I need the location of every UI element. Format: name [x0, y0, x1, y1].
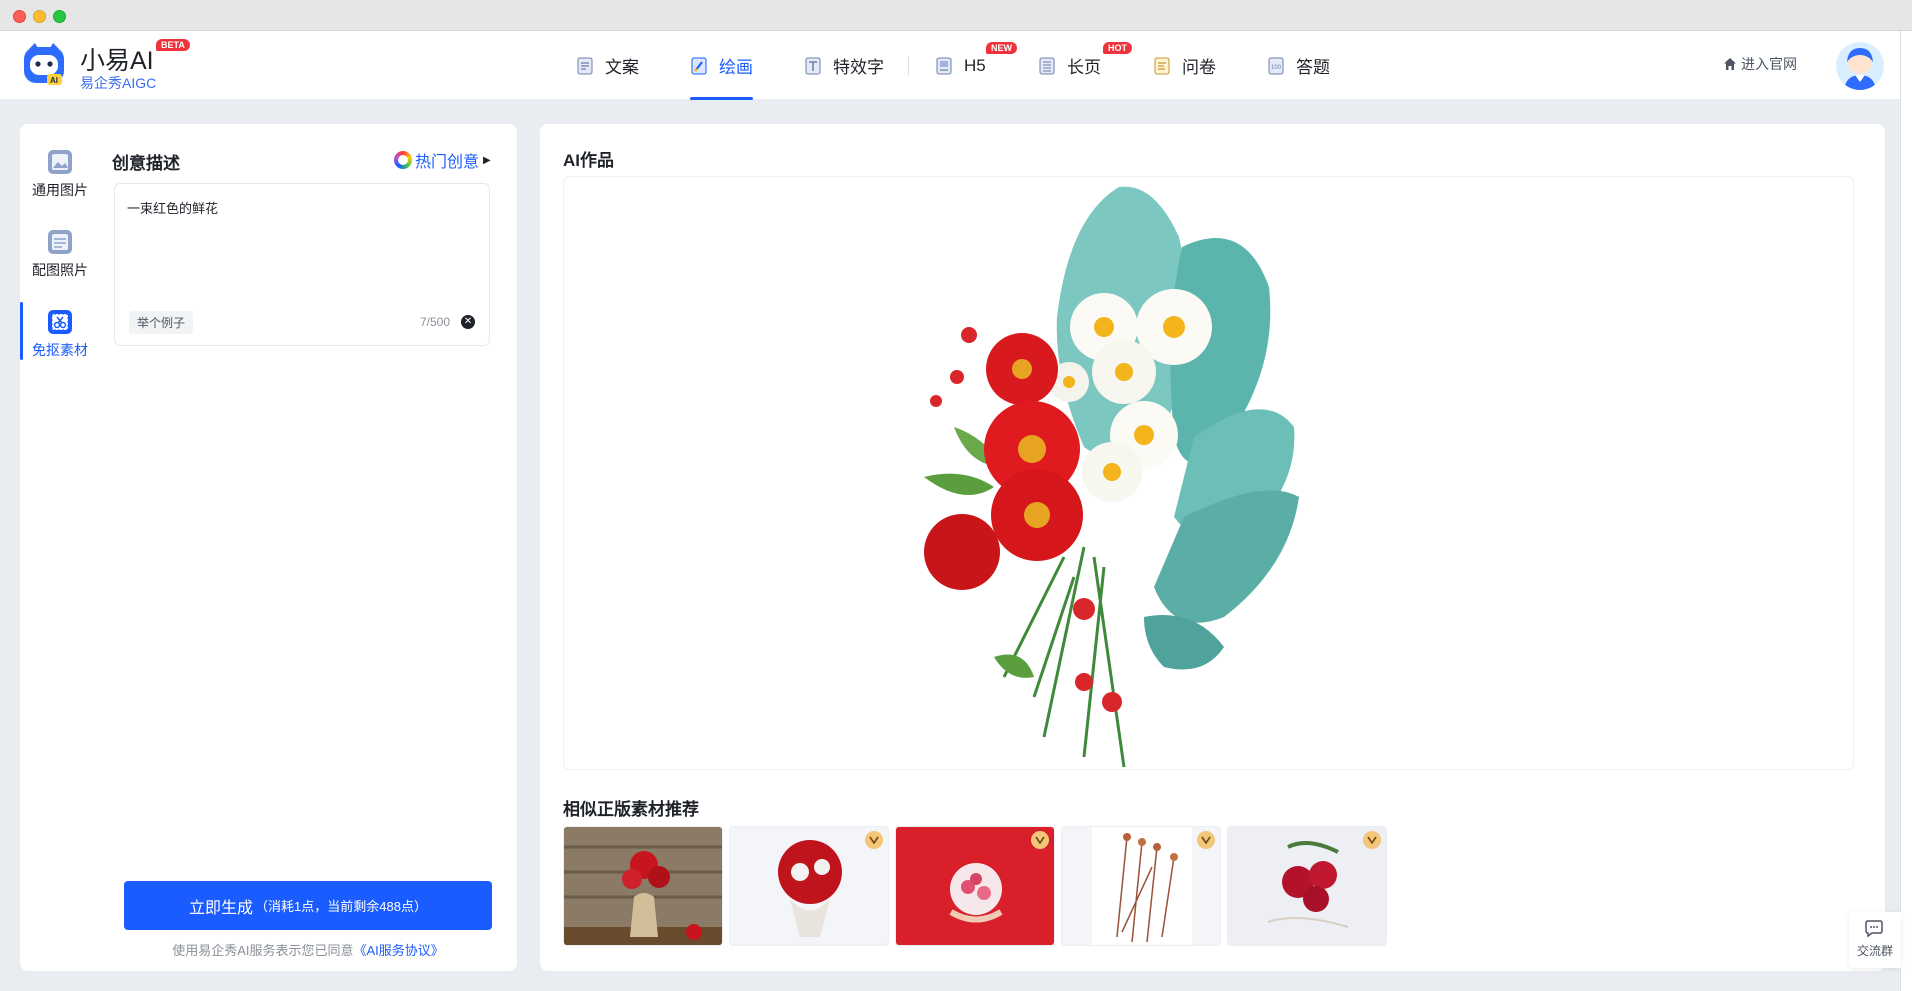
- generate-cost: （消耗1点，当前剩余488点）: [255, 899, 427, 914]
- nav-label: 长页: [1067, 58, 1101, 77]
- thumbnail-image: [1062, 827, 1220, 945]
- generate-button[interactable]: 立即生成 （消耗1点，当前剩余488点）: [124, 881, 492, 930]
- nav-tab-long-page[interactable]: 长页: [1038, 31, 1101, 100]
- thumbnail-image: [1228, 827, 1386, 945]
- close-window-button[interactable]: [13, 10, 26, 23]
- sidebar-item-illustration-photo[interactable]: 配图照片: [20, 228, 100, 290]
- minimize-window-button[interactable]: [33, 10, 46, 23]
- brand-name: 小易AI: [80, 47, 154, 75]
- hot-ideas-label: 热门创意: [415, 154, 480, 171]
- official-site-label: 进入官网: [1741, 56, 1797, 72]
- svg-text:AI: AI: [50, 76, 58, 85]
- premium-icon: [1197, 831, 1215, 849]
- sidebar-item-label: 配图照片: [32, 262, 88, 278]
- agreement-text: 使用易企秀AI服务表示您已同意: [172, 943, 354, 958]
- beta-badge: BETA: [156, 39, 190, 51]
- mascot-logo-icon[interactable]: AI: [21, 41, 67, 87]
- prompt-input[interactable]: 一束红色的鲜花: [127, 198, 477, 298]
- official-site-link[interactable]: 进入官网: [1723, 54, 1797, 74]
- community-chat-button[interactable]: 交流群: [1849, 912, 1901, 968]
- nav-tab-survey[interactable]: 问卷: [1153, 31, 1216, 100]
- image-icon: [48, 150, 72, 174]
- agreement-link[interactable]: 《AI服务协议》: [354, 943, 444, 958]
- nav-label: H5: [964, 55, 986, 75]
- color-wheel-icon: [394, 151, 412, 169]
- nav-tab-text-effects[interactable]: 特效字: [804, 31, 884, 100]
- nav-label: 答题: [1296, 58, 1330, 77]
- home-icon: [1724, 58, 1736, 70]
- left-panel: 通用图片 配图照片 免抠素材 创意描述 热门创意 ▶ 一束红色的鲜花 举个例子 …: [20, 124, 517, 971]
- thumbnail-image: [896, 827, 1054, 945]
- thumbnail-red-flowers-vase[interactable]: [563, 826, 723, 946]
- nav-label: 特效字: [833, 58, 884, 77]
- h5-icon: [936, 57, 952, 74]
- thumbnail-image: [730, 827, 888, 945]
- char-counter: 7/500: [420, 315, 451, 329]
- doc-icon: [577, 57, 593, 74]
- sidebar-item-cutout-material[interactable]: 免抠素材: [20, 302, 100, 370]
- new-badge: NEW: [986, 42, 1017, 54]
- nav-label: 文案: [605, 58, 639, 77]
- similar-materials-title: 相似正版素材推荐: [563, 800, 699, 819]
- premium-icon: [1363, 831, 1381, 849]
- user-avatar-icon: [1844, 48, 1876, 90]
- premium-icon: [1031, 831, 1049, 849]
- survey-icon: [1154, 57, 1170, 74]
- clear-input-button[interactable]: ✕: [461, 315, 475, 329]
- long-page-icon: [1039, 57, 1055, 74]
- sidebar-item-general-image[interactable]: 通用图片: [20, 148, 100, 210]
- example-button[interactable]: 举个例子: [129, 311, 194, 334]
- caret-right-icon: ▶: [483, 154, 491, 166]
- nav-tab-copywriting[interactable]: 文案: [576, 31, 639, 100]
- nav-divider: [908, 56, 909, 76]
- top-header: AI 小易AI BETA 易企秀AIGC 文案 绘画 特效字 H5 NEW 长页…: [0, 31, 1900, 100]
- paint-icon: [691, 57, 707, 74]
- premium-icon: [865, 831, 883, 849]
- zoom-window-button[interactable]: [53, 10, 66, 23]
- nav-tab-painting[interactable]: 绘画: [690, 31, 753, 100]
- thumbnail-dried-stems[interactable]: [1061, 826, 1221, 946]
- prompt-section-title: 创意描述: [112, 154, 180, 173]
- thumbnail-woman-carnation-bouquet[interactable]: [895, 826, 1055, 946]
- photo-icon: [48, 230, 72, 254]
- generated-image-canvas[interactable]: [563, 176, 1854, 770]
- brand-subtitle: 易企秀AIGC: [80, 75, 157, 91]
- generate-label: 立即生成: [189, 899, 254, 917]
- user-avatar[interactable]: [1836, 42, 1884, 90]
- hot-ideas-link[interactable]: 热门创意 ▶: [394, 148, 491, 172]
- nav-tab-quiz[interactable]: 100 答题: [1267, 31, 1330, 100]
- quiz-icon: 100: [1268, 57, 1284, 74]
- window-titlebar: [0, 0, 1912, 31]
- nav-tab-h5[interactable]: H5: [935, 31, 986, 100]
- nav-label: 问卷: [1182, 58, 1216, 77]
- text-effect-icon: [805, 57, 821, 74]
- result-panel: AI作品 相似正版素材推荐: [540, 124, 1885, 971]
- svg-text:100: 100: [1271, 65, 1282, 71]
- thumbnail-red-rose-bouquet[interactable]: [729, 826, 889, 946]
- sidebar-item-label: 免抠素材: [32, 342, 88, 358]
- agreement-note: 使用易企秀AI服务表示您已同意《AI服务协议》: [124, 940, 492, 959]
- thumbnail-red-roses-white[interactable]: [1227, 826, 1387, 946]
- prompt-box: 一束红色的鲜花 举个例子 7/500 ✕: [114, 183, 490, 346]
- hot-badge: HOT: [1103, 42, 1132, 54]
- nav-label: 绘画: [719, 58, 753, 77]
- cutout-icon: [48, 310, 72, 334]
- chat-bubble-icon: [1865, 920, 1883, 938]
- ai-works-title: AI作品: [563, 151, 614, 170]
- generated-flower-bouquet-image: [924, 186, 1299, 768]
- sidebar-item-label: 通用图片: [32, 182, 88, 198]
- chat-label: 交流群: [1856, 944, 1893, 958]
- window-scroll-edge: [1900, 31, 1912, 991]
- thumbnail-image: [564, 827, 722, 945]
